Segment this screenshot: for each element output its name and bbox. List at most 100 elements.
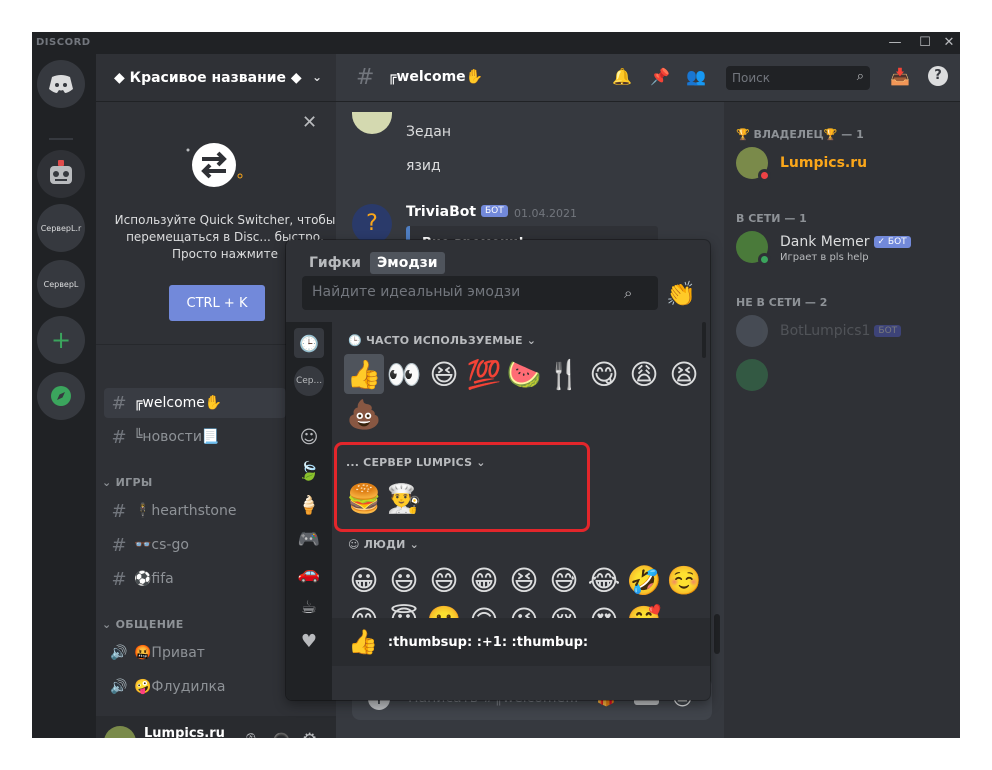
hash-icon: # [111,392,127,414]
recent-icon[interactable]: 🕒 [294,328,324,358]
tab-gifs[interactable]: Гифки [302,252,368,274]
bot-badge: БОТ [481,205,508,217]
emoji-item[interactable]: 🤣 [624,560,664,600]
bot-badge: ✓ БОТ [873,235,911,248]
member-item[interactable]: Lumpics.ru [732,142,952,184]
travel-icon[interactable]: 🚗 [294,558,324,588]
channel-hearthstone[interactable]: # 🕴hearthstone [104,496,286,526]
emoji-item[interactable]: 😊 [344,600,384,619]
microphone-icon[interactable]: 🎙 [242,732,261,738]
tab-emoji[interactable]: Эмодзи [370,252,445,274]
leaf-icon[interactable]: 🍃 [294,456,324,486]
emoji-item[interactable]: 🙃 [464,600,504,619]
title-bar: DISCORD — ☐ ✕ [32,32,960,54]
inbox-icon[interactable]: 📥 [890,67,910,86]
emoji-item[interactable]: 😍 [584,600,624,619]
channel-label: ╚новости📃 [134,429,220,445]
robot-server-button[interactable] [37,150,85,198]
emoji-item[interactable]: 🥰 [624,600,664,619]
close-window-button[interactable]: ✕ [938,34,960,52]
channel-news[interactable]: # ╚новости📃 [104,422,286,452]
add-server-button[interactable]: + [37,316,85,364]
chat-header: # ╔welcome✋ 🔔 📌 👥 Поиск ⌕ 📥 ? [336,54,960,102]
search-input[interactable]: Поиск ⌕ [726,66,870,90]
scrollbar[interactable] [714,614,720,654]
emoji-item[interactable]: 🙂 [424,600,464,619]
highlight-box [334,442,590,532]
members-icon[interactable]: 👥 [686,67,706,86]
maximize-button[interactable]: ☐ [914,34,936,52]
category-label: ОБЩЕНИЕ [115,618,184,631]
emoji-item[interactable]: ☺️ [664,560,704,600]
emoji-item[interactable]: 😃 [384,560,424,600]
member-list: 🏆 ВЛАДЕЛЕЦ🏆 — 1 Lumpics.ru В СЕТИ — 1 Da… [724,102,960,738]
server-header[interactable]: ◆ Красивое название ◆ ⌄ [96,54,336,102]
voice-channel-private[interactable]: 🔊 🤬Приват [104,638,286,668]
emoji-item[interactable]: 😇 [384,600,424,619]
minimize-button[interactable]: — [884,34,906,52]
discord-window: DISCORD — ☐ ✕ СерверL.r СерверL + ◆ Крас… [32,32,960,738]
emoji-item[interactable]: 😫 [664,354,704,394]
avatar[interactable] [104,726,136,738]
member-activity: Играет в pls help [780,252,869,263]
emoji-item[interactable]: 👍 [344,354,384,394]
emoji-item[interactable]: 🍉 [504,354,544,394]
emoji-item[interactable]: 👀 [384,354,424,394]
section-people: ☺ ЛЮДИ ⌄ [348,538,420,551]
voice-channel-flood[interactable]: 🔊 🤪Флудилка [104,672,286,702]
server-list: СерверL.r СерверL + [32,54,90,738]
compass-icon [51,386,71,406]
category-games[interactable]: ⌄ ИГРЫ [102,476,153,489]
emoji-item[interactable]: 😄 [424,560,464,600]
emoji-category-bar: 🕒 Сер... ☺ 🍃 🍦 🎮 🚗 ☕ ♥ [286,322,332,700]
emoji-item[interactable]: 😁 [464,560,504,600]
emoji-item[interactable]: 😉 [504,600,544,619]
channel-fifa[interactable]: # ⚽fifa [104,564,286,594]
channel-label: 👓cs-go [134,537,189,553]
member-item[interactable]: Dank Memer ✓ БОТ Играет в pls help [732,226,952,268]
emoji-item[interactable]: 😆 [504,560,544,600]
app-wordmark: DISCORD [36,37,91,48]
explore-button[interactable] [37,372,85,420]
message-author[interactable]: TriviaBot [406,204,476,220]
headphones-icon[interactable]: 🎧 [272,732,291,738]
member-item[interactable] [732,354,952,396]
server-button-2[interactable]: СерверL [37,260,85,308]
emoji-search-input[interactable]: Найдите идеальный эмодзи [302,276,658,310]
help-icon[interactable]: ? [928,66,948,86]
gamepad-icon[interactable]: 🎮 [294,524,324,554]
emoji-item[interactable]: 😀 [344,560,384,600]
channel-welcome[interactable]: # ╔welcome✋ [104,388,286,418]
objects-icon[interactable]: ☕ [294,592,324,622]
emoji-item[interactable]: 💩 [344,394,384,434]
clap-emoji-icon[interactable]: 👏 [666,280,696,308]
member-item[interactable]: BotLumpics1 БОТ [732,310,952,352]
channel-csgo[interactable]: # 👓cs-go [104,530,286,560]
emoji-item[interactable]: 😂 [584,560,624,600]
bell-icon[interactable]: 🔔 [612,67,632,86]
emoji-item[interactable]: 😅 [544,560,584,600]
emoji-item[interactable]: 😩 [624,354,664,394]
heart-icon[interactable]: ♥ [294,626,324,656]
avatar[interactable] [352,112,392,134]
emoji-item[interactable]: 🍴 [544,354,584,394]
ctrl-k-button[interactable]: CTRL + K [169,285,265,321]
pin-icon[interactable]: 📌 [650,67,670,86]
food-icon[interactable]: 🍦 [294,490,324,520]
server-button-1[interactable]: СерверL.r [37,204,85,252]
emoji-item[interactable]: 😆 [424,354,464,394]
gear-icon[interactable]: ⚙ [302,730,317,738]
section-frequent: 🕒 ЧАСТО ИСПОЛЬЗУЕМЫЕ ⌄ [348,334,537,347]
category-chat[interactable]: ⌄ ОБЩЕНИЕ [102,618,184,631]
server-emoji-category[interactable]: Сер... [294,366,324,396]
emoji-item[interactable]: 😌 [544,600,584,619]
avatar [736,315,768,347]
emoji-item[interactable]: 😋 [584,354,624,394]
smiley-icon[interactable]: ☺ [294,422,324,452]
scrollbar[interactable] [702,322,706,358]
message-text: язид [406,158,441,174]
emoji-item[interactable]: 💯 [464,354,504,394]
close-icon[interactable]: ✕ [302,112,317,133]
bot-avatar[interactable]: ? [352,204,392,244]
home-button[interactable] [37,60,85,108]
